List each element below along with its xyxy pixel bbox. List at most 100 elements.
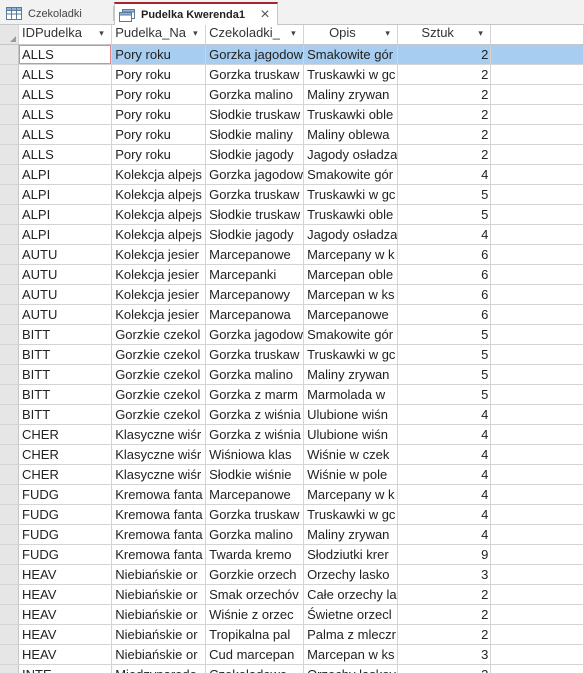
cell-sztuk[interactable]: 4 [397,464,492,485]
row-selector[interactable] [0,564,19,585]
cell-idpudelka[interactable]: ALLS [18,84,113,105]
table-row[interactable]: FUDG Kremowa fanta Twarda kremo Słodziutki … [0,544,584,565]
cell-opis[interactable]: Truskawki w gc [303,184,399,205]
tab-pudelka-kwerenda1[interactable]: Pudelka Kwerenda1 × [114,2,278,26]
cell-idpudelka[interactable]: ALPI [18,184,113,205]
table-row[interactable]: AUTU Kolekcja jesier Marcepanowy Marcepan w… [0,284,584,305]
cell-czekoladki[interactable]: Gorzka malino [205,524,305,545]
cell-sztuk[interactable]: 2 [397,144,492,165]
cell-sztuk[interactable]: 2 [397,604,492,625]
cell-idpudelka[interactable]: ALLS [18,64,113,85]
chevron-down-icon[interactable]: ▾ [478,28,488,39]
cell-idpudelka[interactable]: AUTU [18,264,113,285]
cell-pudelka-nazwa[interactable]: Gorzkie czekol [111,324,207,345]
cell-opis[interactable]: Ulubione wiśn [303,404,399,425]
cell-opis[interactable]: Maliny zrywan [303,524,399,545]
cell-idpudelka[interactable]: ALPI [18,224,113,245]
row-selector[interactable] [0,104,19,125]
cell-czekoladki[interactable]: Słodkie truskaw [205,104,305,125]
table-row[interactable]: BITT Gorzkie czekol Gorzka jagodow Smakowit… [0,324,584,345]
cell-opis[interactable]: Smakowite gór [303,44,399,65]
cell-opis[interactable]: Palma z mleczr [303,624,399,645]
cell-opis[interactable]: Słodziutki krer [303,544,399,565]
row-selector[interactable] [0,504,19,525]
cell-czekoladki[interactable]: Słodkie truskaw [205,204,305,225]
cell-sztuk[interactable]: 4 [397,224,492,245]
cell-sztuk[interactable]: 5 [397,384,492,405]
cell-opis[interactable]: Truskawki oble [303,204,399,225]
table-row[interactable]: HEAV Niebiańskie or Gorzkie orzech Orzechy … [0,564,584,585]
cell-pudelka-nazwa[interactable]: Kolekcja jesier [111,264,207,285]
cell-pudelka-nazwa[interactable]: Klasyczne wiśr [111,424,207,445]
cell-sztuk[interactable]: 6 [397,264,492,285]
cell-czekoladki[interactable]: Słodkie jagody [205,144,305,165]
cell-opis[interactable]: Wiśnie w pole [303,464,399,485]
table-row[interactable]: INTEMiędzynarodoCzekoladoweOrzechy lasko… [0,664,584,673]
cell-idpudelka[interactable]: AUTU [18,284,113,305]
cell-pudelka-nazwa[interactable]: Kolekcja alpejs [111,204,207,225]
table-row[interactable]: ALPI Kolekcja alpejs Gorzka truskaw Truskaw… [0,184,584,205]
cell-czekoladki[interactable]: Twarda kremo [205,544,305,565]
cell-sztuk[interactable]: 4 [397,524,492,545]
table-row[interactable]: FUDG Kremowa fanta Gorzka malino Maliny zry… [0,524,584,545]
cell-pudelka-nazwa[interactable]: Pory roku [111,44,207,65]
cell-opis[interactable]: Truskawki w gc [303,64,399,85]
cell-idpudelka[interactable]: HEAV [18,604,113,625]
table-row[interactable]: BITT Gorzkie czekol Gorzka truskaw Truskawk… [0,344,584,365]
cell-idpudelka[interactable]: ALLS [18,144,113,165]
table-row[interactable]: CHER Klasyczne wiśr Gorzka z wiśnia Ulubion… [0,424,584,445]
cell-idpudelka[interactable]: AUTU [18,304,113,325]
row-selector[interactable] [0,524,19,545]
cell-idpudelka[interactable]: CHER [18,424,113,445]
cell-sztuk[interactable]: 2 [397,44,492,65]
table-row[interactable]: HEAV Niebiańskie or Tropikalna pal Palma z … [0,624,584,645]
row-selector[interactable] [0,464,19,485]
cell-opis[interactable]: Świetne orzecl [303,604,399,625]
chevron-down-icon[interactable]: ▾ [291,28,301,39]
cell-pudelka-nazwa[interactable]: Niebiańskie or [111,644,207,665]
cell-czekoladki[interactable]: Gorzka jagodow [205,164,305,185]
cell-sztuk[interactable]: 3 [397,564,492,585]
table-row[interactable]: AUTU Kolekcja jesier Marcepanowa Marcepanow… [0,304,584,325]
cell-opis[interactable]: Marcepan oble [303,264,399,285]
cell-idpudelka[interactable]: BITT [18,404,113,425]
cell-czekoladki[interactable]: Wiśnie z orzec [205,604,305,625]
cell-czekoladki[interactable]: Gorzka z wiśnia [205,424,305,445]
cell-opis[interactable]: Ulubione wiśn [303,424,399,445]
cell-opis[interactable]: Orzechy laskov [303,664,399,673]
cell-opis[interactable]: Maliny zrywan [303,84,399,105]
row-selector[interactable] [0,204,19,225]
cell-idpudelka[interactable]: FUDG [18,484,113,505]
cell-pudelka-nazwa[interactable]: Międzynarodo [111,664,207,673]
cell-sztuk[interactable]: 4 [397,484,492,505]
cell-pudelka-nazwa[interactable]: Pory roku [111,104,207,125]
cell-idpudelka[interactable]: ALPI [18,164,113,185]
cell-sztuk[interactable]: 4 [397,504,492,525]
cell-pudelka-nazwa[interactable]: Klasyczne wiśr [111,444,207,465]
cell-idpudelka[interactable]: ALLS [18,124,113,145]
cell-sztuk[interactable]: 2 [397,664,492,673]
table-row[interactable]: FUDG Kremowa fanta Gorzka truskaw Truskawki… [0,504,584,525]
cell-czekoladki[interactable]: Marcepanowa [205,304,305,325]
cell-opis[interactable]: Jagody osładza [303,224,399,245]
table-row[interactable]: CHER Klasyczne wiśr Słodkie wiśnie Wiśnie w… [0,464,584,485]
row-selector[interactable] [0,64,19,85]
cell-pudelka-nazwa[interactable]: Kremowa fanta [111,524,207,545]
cell-sztuk[interactable]: 4 [397,424,492,445]
cell-pudelka-nazwa[interactable]: Klasyczne wiśr [111,464,207,485]
table-row[interactable]: BITT Gorzkie czekol Gorzka malino Maliny zr… [0,364,584,385]
cell-sztuk[interactable]: 9 [397,544,492,565]
cell-opis[interactable]: Jagody osładza [303,144,399,165]
cell-opis[interactable]: Wiśnie w czek [303,444,399,465]
cell-opis[interactable]: Truskawki oble [303,104,399,125]
row-selector[interactable] [0,144,19,165]
cell-sztuk[interactable]: 6 [397,304,492,325]
table-row[interactable]: AUTU Kolekcja jesier Marcepanki Marcepan ob… [0,264,584,285]
cell-sztuk[interactable]: 2 [397,624,492,645]
cell-idpudelka[interactable]: HEAV [18,644,113,665]
row-selector[interactable] [0,424,19,445]
cell-pudelka-nazwa[interactable]: Niebiańskie or [111,584,207,605]
table-row[interactable]: HEAV Niebiańskie or Wiśnie z orzec Świetne … [0,604,584,625]
cell-pudelka-nazwa[interactable]: Niebiańskie or [111,604,207,625]
cell-pudelka-nazwa[interactable]: Kremowa fanta [111,484,207,505]
